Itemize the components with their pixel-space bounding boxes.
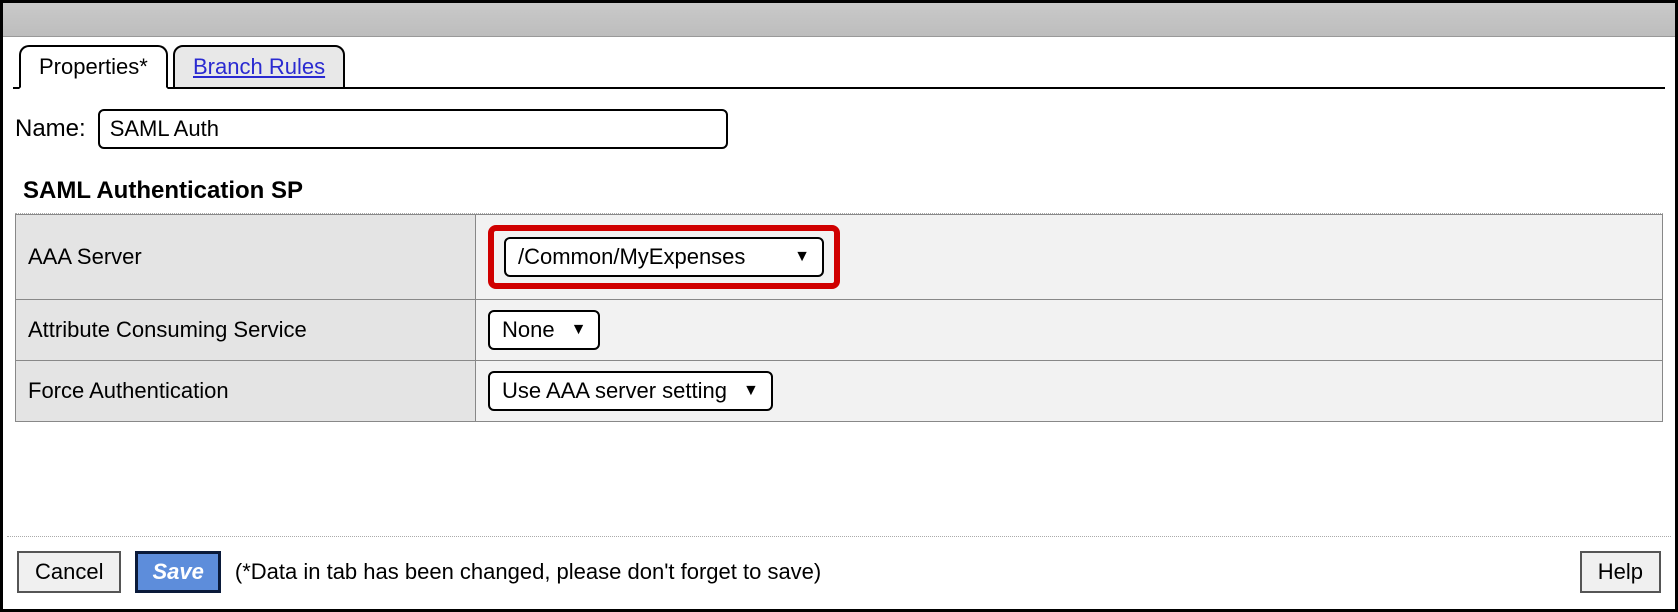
tab-properties[interactable]: Properties* [19,45,168,89]
force-auth-value-cell: Use AAA server setting ▼ [476,361,1663,422]
tab-branch-rules[interactable]: Branch Rules [173,45,345,89]
tab-bar: Properties* Branch Rules [13,37,1675,89]
settings-table: AAA Server /Common/MyExpenses ▼ Attribut… [15,214,1663,422]
aaa-server-label: AAA Server [16,215,476,300]
aaa-server-highlight: /Common/MyExpenses ▼ [488,225,840,289]
attr-consuming-selected: None [502,317,555,343]
help-button[interactable]: Help [1580,551,1661,593]
name-row: Name: [15,109,1663,149]
force-auth-selected: Use AAA server setting [502,378,727,404]
attr-consuming-select[interactable]: None ▼ [488,310,600,350]
cancel-button[interactable]: Cancel [17,551,121,593]
row-attr-consuming: Attribute Consuming Service None ▼ [16,300,1663,361]
dialog-window: Properties* Branch Rules Name: SAML Auth… [0,0,1678,612]
aaa-server-select[interactable]: /Common/MyExpenses ▼ [504,237,824,277]
section-header: SAML Authentication SP [15,177,1663,214]
force-auth-label: Force Authentication [16,361,476,422]
row-force-auth: Force Authentication Use AAA server sett… [16,361,1663,422]
aaa-server-selected: /Common/MyExpenses [518,244,745,270]
attr-consuming-value-cell: None ▼ [476,300,1663,361]
name-input[interactable] [98,109,728,149]
aaa-server-value-cell: /Common/MyExpenses ▼ [476,215,1663,300]
chevron-down-icon: ▼ [794,248,810,266]
chevron-down-icon: ▼ [571,321,587,339]
name-label: Name: [15,115,86,143]
tab-branch-rules-label[interactable]: Branch Rules [193,54,325,79]
chevron-down-icon: ▼ [743,382,759,400]
footer-bar: Cancel Save (*Data in tab has been chang… [7,536,1671,605]
content-area: Name: SAML Authentication SP AAA Server … [3,89,1675,422]
title-bar [3,3,1675,37]
unsaved-note: (*Data in tab has been changed, please d… [235,559,821,585]
save-button[interactable]: Save [135,551,220,593]
tab-properties-label: Properties* [39,54,148,79]
force-auth-select[interactable]: Use AAA server setting ▼ [488,371,773,411]
attr-consuming-label: Attribute Consuming Service [16,300,476,361]
row-aaa-server: AAA Server /Common/MyExpenses ▼ [16,215,1663,300]
